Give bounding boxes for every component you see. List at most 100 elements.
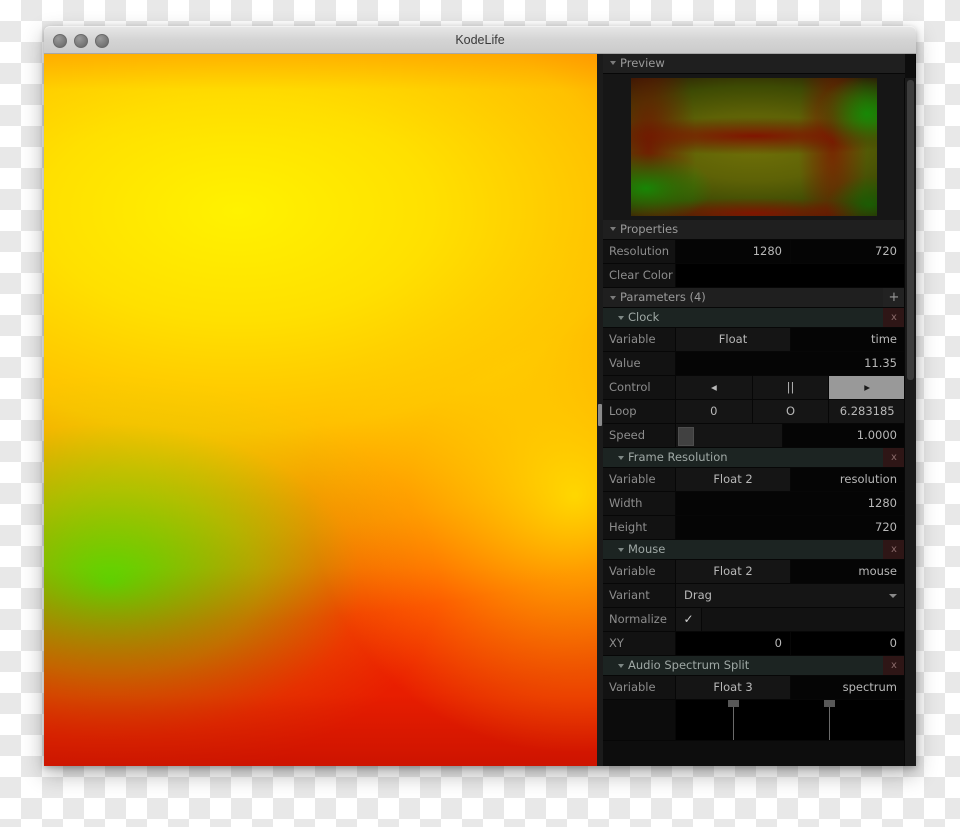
spectrum-type-field[interactable]: Float 3 [676,676,791,699]
normalize-spacer [702,608,905,631]
section-title-properties: Properties [620,222,679,236]
title-bar[interactable]: KodeLife [44,26,916,54]
remove-mouse-button[interactable]: x [883,540,905,559]
normalize-checkbox[interactable]: ✓ [676,608,702,631]
window-body: Project Render Pass Shader Stage Preview [44,54,916,766]
row-clear-color: Clear Color [603,264,905,288]
row-clock-loop: Loop 0 O 6.283185 [603,400,906,424]
label-height: Height [603,516,676,539]
chevron-down-icon [610,61,616,65]
speed-slider-handle[interactable] [678,427,694,446]
label-loop: Loop [603,400,676,423]
mouse-type-field[interactable]: Float 2 [676,560,791,583]
label-variable: Variable [603,468,676,491]
label-normalize: Normalize [603,608,676,631]
spectrum-label-spacer [603,700,676,740]
rewind-button[interactable]: ◂ [676,376,753,399]
speed-slider[interactable] [676,424,783,447]
row-mouse-xy: XY 0 0 [603,632,905,656]
row-clock-value: Value 11.35 [603,352,905,376]
spectrum-split-editor[interactable] [676,700,905,740]
group-header-mouse[interactable]: Mouse x [603,540,905,560]
section-header-preview[interactable]: Preview [603,54,905,74]
group-header-audio-spectrum-split[interactable]: Audio Spectrum Split x [603,656,905,676]
chevron-down-icon [610,295,616,300]
row-fr-height: Height 720 [603,516,905,540]
group-title-mouse: Mouse [628,542,666,556]
clock-value-field[interactable]: 11.35 [676,352,905,375]
mouse-variant-select[interactable]: Drag [676,584,905,607]
pause-button[interactable]: || [752,376,830,399]
loop-from-field[interactable]: 0 [676,400,753,423]
chevron-down-icon [618,455,624,460]
fr-name-field[interactable]: resolution [791,468,905,491]
fr-type-field[interactable]: Float 2 [676,468,791,491]
spectrum-split-handle-1[interactable] [728,700,739,707]
label-variable: Variable [603,676,676,699]
chevron-down-icon [889,593,897,598]
spectrum-name-field[interactable]: spectrum [791,676,905,699]
panel-scrollbar[interactable] [904,78,916,766]
label-clear-color: Clear Color [603,264,676,287]
label-variable: Variable [603,560,676,583]
fr-height-field[interactable]: 720 [676,516,905,539]
loop-to-field[interactable]: 6.283185 [829,400,906,423]
spectrum-split-handle-2[interactable] [824,700,835,707]
group-header-frame-resolution[interactable]: Frame Resolution x [603,448,905,468]
speed-value-field[interactable]: 1.0000 [783,424,905,447]
row-spectrum-split-widget [603,700,905,741]
preview-gradient-green [631,78,877,216]
shader-canvas[interactable] [44,54,597,766]
group-title-frame-resolution: Frame Resolution [628,450,728,464]
group-title-clock: Clock [628,310,660,324]
chevron-down-icon [618,663,624,668]
window-title: KodeLife [455,33,505,47]
mouse-x-field[interactable]: 0 [676,632,791,655]
canvas-gradient-topband [44,54,597,766]
clear-color-swatch[interactable] [676,264,905,287]
section-header-parameters[interactable]: Parameters (4) + [603,288,905,308]
label-value: Value [603,352,676,375]
app-window: KodeLife Project Render Pass Shader Stag… [44,26,916,766]
add-parameter-button[interactable]: + [883,288,905,307]
properties-panel: Project Render Pass Shader Stage Preview [603,54,916,766]
remove-clock-button[interactable]: x [883,308,905,327]
panel-scrollbar-thumb[interactable] [907,80,914,380]
chevron-down-icon [618,547,624,552]
preview-container [603,74,905,220]
section-header-properties[interactable]: Properties [603,220,905,240]
chevron-down-icon [618,315,624,320]
remove-frame-resolution-button[interactable]: x [883,448,905,467]
panel-scroll-content: Preview Properties Resolution 1280 720 C… [603,54,906,741]
mouse-y-field[interactable]: 0 [791,632,905,655]
row-spectrum-variable: Variable Float 3 spectrum [603,676,905,700]
label-xy: XY [603,632,676,655]
chevron-down-icon [610,227,616,231]
label-control: Control [603,376,676,399]
play-button[interactable]: ▸ [829,376,906,399]
group-header-clock[interactable]: Clock x [603,308,905,328]
clock-name-field[interactable]: time [791,328,905,351]
row-clock-control: Control ◂ || ▸ [603,376,906,400]
remove-audio-spectrum-button[interactable]: x [883,656,905,675]
preview-thumbnail[interactable] [631,78,877,216]
row-fr-width: Width 1280 [603,492,905,516]
row-clock-speed: Speed 1.0000 [603,424,905,448]
clock-type-field[interactable]: Float [676,328,791,351]
section-title-parameters: Parameters (4) [620,290,706,304]
fr-width-field[interactable]: 1280 [676,492,905,515]
label-resolution: Resolution [603,240,676,263]
row-resolution: Resolution 1280 720 [603,240,905,264]
loop-mode-icon[interactable]: O [752,400,830,423]
label-variant: Variant [603,584,676,607]
row-mouse-variant: Variant Drag [603,584,905,608]
splitter-grip[interactable] [598,404,602,426]
resolution-height-field[interactable]: 720 [791,240,905,263]
row-mouse-normalize: Normalize ✓ [603,608,905,632]
resolution-width-field[interactable]: 1280 [676,240,791,263]
group-title-audio-spectrum-split: Audio Spectrum Split [628,658,750,672]
mouse-name-field[interactable]: mouse [791,560,905,583]
row-mouse-variable: Variable Float 2 mouse [603,560,905,584]
section-title-preview: Preview [620,56,665,70]
mouse-variant-value: Drag [684,588,712,602]
